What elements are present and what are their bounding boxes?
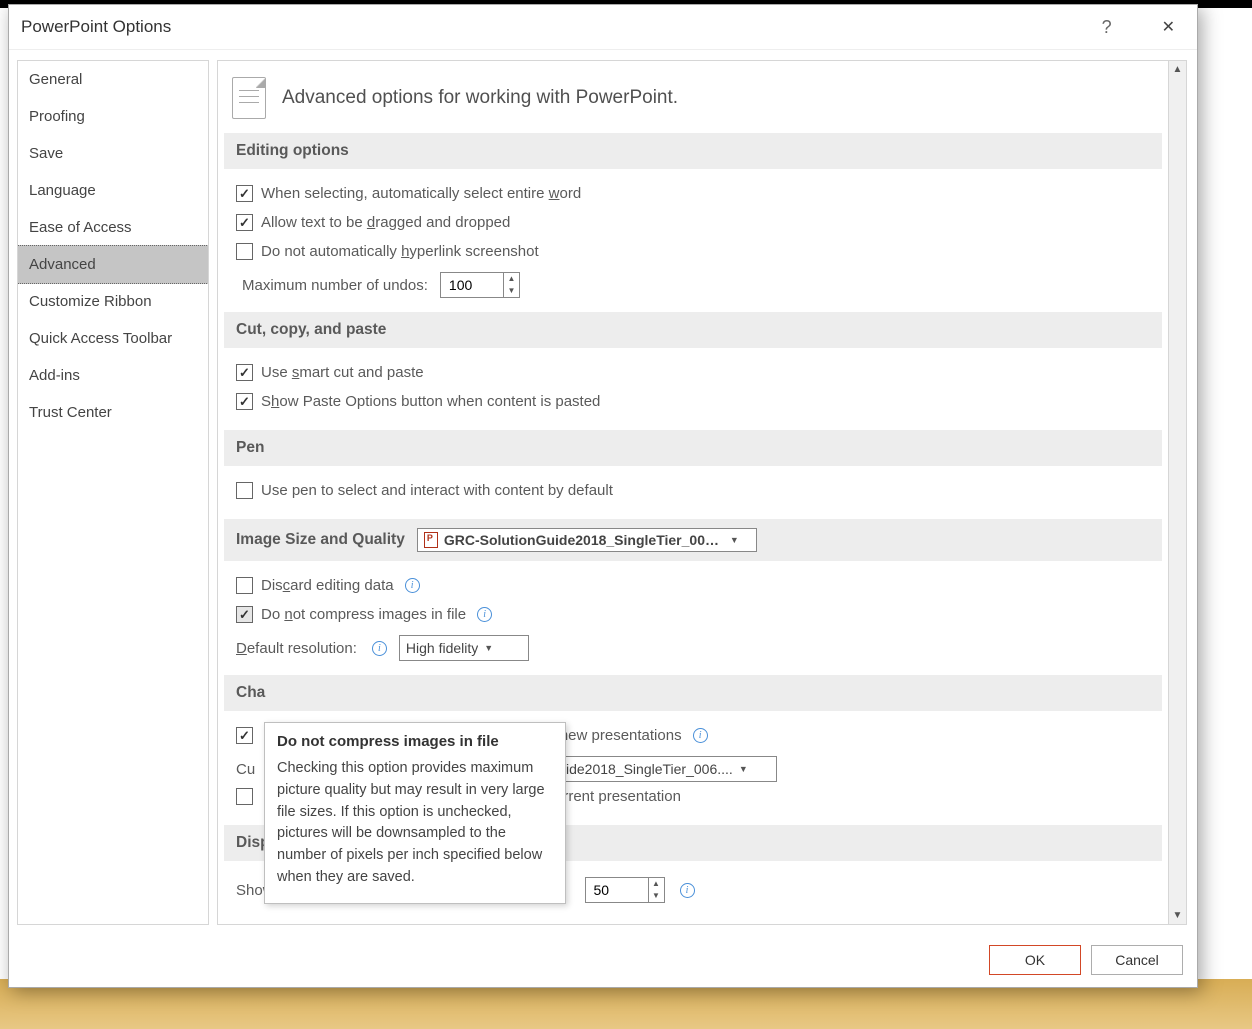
- label-current-prefix: Cu: [236, 761, 255, 778]
- dropdown-image-scope[interactable]: GRC-SolutionGuide2018_SingleTier_006....…: [417, 528, 757, 552]
- ok-button[interactable]: OK: [989, 945, 1081, 975]
- checkbox-chart-datapoint[interactable]: [236, 788, 253, 805]
- label-hyperlink-screenshot: Do not automatically hyperlink screensho…: [261, 243, 539, 260]
- dropdown-resolution-value: High fidelity: [406, 640, 478, 656]
- dropdown-chart-current-file[interactable]: uide2018_SingleTier_006.... ▼: [551, 756, 777, 782]
- sidebar-item-label: Proofing: [29, 108, 85, 125]
- sidebar-item-general[interactable]: General: [18, 61, 208, 98]
- scroll-up-icon[interactable]: ▲: [1173, 64, 1183, 75]
- spinner-recent-presentations[interactable]: ▲▼: [585, 877, 665, 903]
- label-pen-select: Use pen to select and interact with cont…: [261, 482, 613, 499]
- label-default-resolution: Default resolution:: [236, 640, 357, 657]
- tooltip-do-not-compress: Do not compress images in file Checking …: [264, 722, 566, 904]
- sidebar-item-label: Trust Center: [29, 404, 112, 421]
- sidebar-item-label: Quick Access Toolbar: [29, 330, 172, 347]
- label-drag-and-drop: Allow text to be dragged and dropped: [261, 214, 510, 231]
- titlebar: PowerPoint Options ? ✕: [9, 5, 1197, 50]
- cancel-button[interactable]: Cancel: [1091, 945, 1183, 975]
- sidebar-item-proofing[interactable]: Proofing: [18, 98, 208, 135]
- spinner-down-icon[interactable]: ▼: [649, 890, 664, 902]
- label-discard-editing-data: Discard editing data: [261, 577, 394, 594]
- info-icon[interactable]: i: [680, 883, 695, 898]
- sidebar-item-label: Advanced: [29, 256, 96, 273]
- section-header-image-size: Image Size and Quality GRC-SolutionGuide…: [224, 519, 1162, 561]
- section-title-image-size: Image Size and Quality: [236, 531, 405, 549]
- label-chart-datapoint-suffix: urrent presentation: [555, 788, 681, 805]
- label-do-not-compress: Do not compress images in file: [261, 606, 466, 623]
- advanced-header-icon: [232, 77, 266, 119]
- category-sidebar: General Proofing Save Language Ease of A…: [17, 60, 209, 925]
- close-button[interactable]: ✕: [1146, 9, 1191, 45]
- info-icon[interactable]: i: [693, 728, 708, 743]
- checkbox-do-not-compress[interactable]: [236, 606, 253, 623]
- chevron-down-icon: ▼: [739, 764, 748, 774]
- sidebar-item-customize-ribbon[interactable]: Customize Ribbon: [18, 283, 208, 320]
- label-max-undos: Maximum number of undos:: [242, 277, 428, 294]
- label-show-paste-options: Show Paste Options button when content i…: [261, 393, 600, 410]
- sidebar-item-label: Customize Ribbon: [29, 293, 152, 310]
- input-max-undos[interactable]: [441, 273, 503, 297]
- sidebar-item-label: Language: [29, 182, 96, 199]
- info-icon[interactable]: i: [405, 578, 420, 593]
- checkbox-drag-and-drop[interactable]: [236, 214, 253, 231]
- sidebar-item-trust-center[interactable]: Trust Center: [18, 394, 208, 431]
- dropdown-image-scope-value: GRC-SolutionGuide2018_SingleTier_006....: [444, 532, 724, 548]
- powerpoint-file-icon: [424, 532, 438, 548]
- label-smart-cut-paste: Use smart cut and paste: [261, 364, 424, 381]
- checkbox-hyperlink-screenshot[interactable]: [236, 243, 253, 260]
- checkbox-show-paste-options[interactable]: [236, 393, 253, 410]
- spinner-down-icon[interactable]: ▼: [504, 285, 519, 297]
- chevron-down-icon: ▼: [484, 643, 493, 653]
- label-select-entire-word: When selecting, automatically select ent…: [261, 185, 581, 202]
- dropdown-chart-file-value: uide2018_SingleTier_006....: [558, 761, 733, 777]
- scroll-down-icon[interactable]: ▼: [1173, 910, 1183, 921]
- window-title: PowerPoint Options: [21, 17, 171, 37]
- sidebar-item-save[interactable]: Save: [18, 135, 208, 172]
- spinner-max-undos[interactable]: ▲▼: [440, 272, 520, 298]
- checkbox-chart-properties[interactable]: [236, 727, 253, 744]
- spinner-up-icon[interactable]: ▲: [649, 878, 664, 890]
- label-chart-properties-suffix: ll new presentations: [549, 727, 682, 744]
- section-header-editing: Editing options: [224, 133, 1162, 169]
- dropdown-default-resolution[interactable]: High fidelity ▼: [399, 635, 529, 661]
- info-icon[interactable]: i: [477, 607, 492, 622]
- chevron-down-icon: ▼: [730, 535, 739, 545]
- sidebar-item-quick-access-toolbar[interactable]: Quick Access Toolbar: [18, 320, 208, 357]
- input-recent-presentations[interactable]: [586, 878, 648, 902]
- sidebar-item-advanced[interactable]: Advanced: [17, 245, 209, 284]
- options-panel: Advanced options for working with PowerP…: [217, 60, 1187, 925]
- section-header-chart: Cha: [224, 675, 1162, 711]
- checkbox-select-entire-word[interactable]: [236, 185, 253, 202]
- sidebar-item-language[interactable]: Language: [18, 172, 208, 209]
- checkbox-discard-editing-data[interactable]: [236, 577, 253, 594]
- help-button[interactable]: ?: [1090, 13, 1124, 42]
- vertical-scrollbar[interactable]: ▲ ▼: [1168, 61, 1186, 924]
- tooltip-title: Do not compress images in file: [277, 733, 553, 750]
- sidebar-item-label: Ease of Access: [29, 219, 132, 236]
- checkbox-smart-cut-paste[interactable]: [236, 364, 253, 381]
- dialog-footer: OK Cancel: [9, 935, 1197, 987]
- section-header-cutcopy: Cut, copy, and paste: [224, 312, 1162, 348]
- sidebar-item-add-ins[interactable]: Add-ins: [18, 357, 208, 394]
- spinner-up-icon[interactable]: ▲: [504, 273, 519, 285]
- info-icon[interactable]: i: [372, 641, 387, 656]
- tooltip-body: Checking this option provides maximum pi…: [277, 758, 553, 889]
- sidebar-item-label: General: [29, 71, 82, 88]
- sidebar-item-label: Save: [29, 145, 63, 162]
- sidebar-item-label: Add-ins: [29, 367, 80, 384]
- section-header-pen: Pen: [224, 430, 1162, 466]
- panel-heading: Advanced options for working with PowerP…: [282, 87, 678, 109]
- checkbox-pen-select[interactable]: [236, 482, 253, 499]
- sidebar-item-ease-of-access[interactable]: Ease of Access: [18, 209, 208, 246]
- options-dialog: PowerPoint Options ? ✕ General Proofing …: [8, 4, 1198, 988]
